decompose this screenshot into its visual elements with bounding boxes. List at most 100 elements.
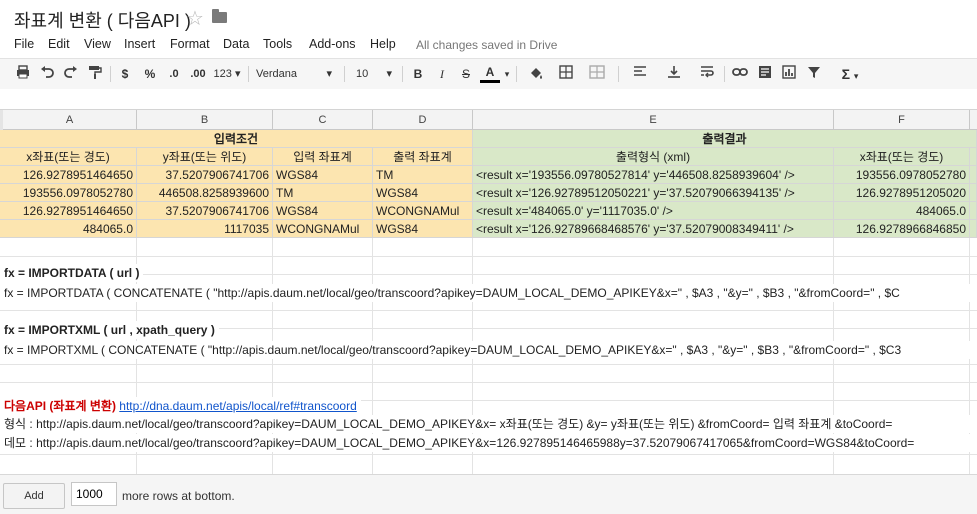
borders-icon[interactable] [554,65,578,83]
currency-format-button[interactable]: $ [118,65,132,83]
menu-help[interactable]: Help [370,37,396,51]
merge-cells-icon[interactable] [584,65,610,83]
daum-api-link[interactable]: http://dna.daum.net/apis/local/ref#trans… [119,399,356,413]
row-divider [0,382,977,383]
table-cell[interactable]: WCONGNAMul [373,202,473,220]
table-cell[interactable] [970,202,977,220]
subheader-x-output[interactable]: x좌표(또는 경도) [834,148,970,166]
menu-edit[interactable]: Edit [48,37,70,51]
font-size-select[interactable]: 10 ▾ [356,65,396,83]
star-icon[interactable]: ☆ [186,6,204,31]
chevron-down-icon: ▾ [234,68,241,80]
column-header-c[interactable]: C [273,110,373,130]
subheader-x-input[interactable]: x좌표(또는 경도) [0,148,137,166]
table-cell[interactable]: TM [373,166,473,184]
table-cell[interactable]: <result x='484065.0' y='1117035.0' /> [473,202,834,220]
formula-bar[interactable] [0,89,977,110]
paint-format-icon[interactable] [86,65,104,83]
menu-format[interactable]: Format [170,37,210,51]
column-header-e[interactable]: E [473,110,834,130]
strikethrough-button[interactable]: S [458,65,474,83]
table-cell[interactable]: 484065.0 [0,220,137,238]
table-cell[interactable]: 126.9278951464650 [0,166,137,184]
column-header-b[interactable]: B [137,110,273,130]
toolbar-divider [724,66,725,82]
table-cell[interactable]: 37.5207906741706 [137,166,273,184]
column-header-f[interactable]: F [834,110,970,130]
table-cell[interactable]: 484065.0 [834,202,970,220]
subheader-output-format[interactable]: 출력형식 (xml) [473,148,834,166]
importdata-label[interactable]: fx = IMPORTDATA ( url ) [0,264,144,282]
table-cell[interactable]: <result x='126.92789668468576' y='37.520… [473,220,834,238]
table-cell[interactable]: WCONGNAMul [273,220,373,238]
insert-link-icon[interactable] [730,65,750,83]
subheader-input-coord[interactable]: 입력 좌표계 [273,148,373,166]
subheader-output-coord[interactable]: 출력 좌표계 [373,148,473,166]
undo-icon[interactable] [38,65,56,83]
table-cell[interactable]: <result x='126.92789512050221' y='37.520… [473,184,834,202]
functions-button[interactable]: Σ ▾ [836,65,864,83]
redo-icon[interactable] [62,65,80,83]
print-icon[interactable] [14,65,32,83]
input-conditions-header[interactable]: 입력조건 [0,130,473,148]
table-cell[interactable]: 446508.8258939600 [137,184,273,202]
vertical-align-icon[interactable] [662,65,686,83]
table-cell[interactable] [970,220,977,238]
text-wrap-icon[interactable] [696,65,718,83]
table-cell[interactable]: <result x='193556.09780527814' y='446508… [473,166,834,184]
add-rows-button[interactable]: Add [3,483,65,509]
chevron-down-icon[interactable]: ▾ [502,65,512,83]
column-header-d[interactable]: D [373,110,473,130]
importxml-label[interactable]: fx = IMPORTXML ( url , xpath_query ) [0,321,219,339]
menu-addons[interactable]: Add-ons [309,37,356,51]
table-cell[interactable]: 37.5207906741706 [137,202,273,220]
menu-data[interactable]: Data [223,37,249,51]
table-cell[interactable]: WGS84 [373,184,473,202]
subheader-y-input[interactable]: y좌표(또는 위도) [137,148,273,166]
menu-tools[interactable]: Tools [263,37,292,51]
column-header-a[interactable]: A [3,110,137,130]
subheader-g[interactable] [970,148,977,166]
font-family-value: Verdana [256,68,297,80]
table-cell[interactable]: 1117035 [137,220,273,238]
format-line[interactable]: 형식 : http://apis.daum.net/local/geo/tran… [0,415,977,433]
table-cell[interactable] [970,184,977,202]
horizontal-align-icon[interactable] [628,65,652,83]
menu-file[interactable]: File [14,37,34,51]
table-cell[interactable]: WGS84 [373,220,473,238]
table-cell[interactable]: 193556.0978052780 [834,166,970,184]
table-cell[interactable]: TM [273,184,373,202]
menu-insert[interactable]: Insert [124,37,155,51]
table-cell[interactable]: WGS84 [273,202,373,220]
toolbar-divider [618,66,619,82]
toolbar-divider [402,66,403,82]
menu-view[interactable]: View [84,37,111,51]
bold-button[interactable]: B [410,65,426,83]
output-results-header[interactable]: 출력결과 [473,130,977,148]
rows-count-input[interactable] [71,482,117,506]
fill-color-icon[interactable] [524,65,548,83]
filter-icon[interactable] [802,65,826,83]
column-header-g[interactable] [970,110,977,130]
importdata-formula[interactable]: fx = IMPORTDATA ( CONCATENATE ( "http://… [0,284,977,302]
decrease-decimals-button[interactable]: .0 [164,65,184,83]
insert-comment-icon[interactable] [756,65,774,83]
font-family-select[interactable]: Verdana ▾ [256,65,336,83]
text-color-button[interactable]: A [480,65,500,83]
table-cell[interactable]: WGS84 [273,166,373,184]
more-formats-button[interactable]: 123 ▾ [210,65,244,83]
percent-format-button[interactable]: % [142,65,158,83]
table-cell[interactable] [970,166,977,184]
insert-chart-icon[interactable] [780,65,798,83]
table-cell[interactable]: 193556.0978052780 [0,184,137,202]
increase-decimals-button[interactable]: .00 [186,65,210,83]
italic-button[interactable]: I [434,65,450,83]
table-cell[interactable]: 126.9278951464650 [0,202,137,220]
document-title[interactable]: 좌표계 변환 ( 다음API ) [14,7,191,33]
table-cell[interactable]: 126.9278951205020 [834,184,970,202]
row-divider [0,256,977,257]
folder-icon[interactable] [212,9,227,23]
importxml-formula[interactable]: fx = IMPORTXML ( CONCATENATE ( "http://a… [0,341,977,359]
demo-line[interactable]: 데모 : http://apis.daum.net/local/geo/tran… [0,434,977,452]
table-cell[interactable]: 126.9278966846850 [834,220,970,238]
